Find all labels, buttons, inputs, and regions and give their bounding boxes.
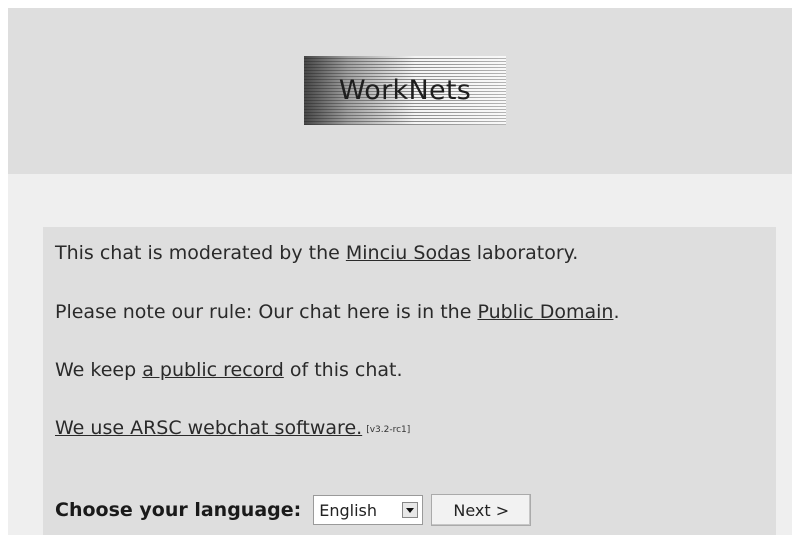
version-label: [v3.2-rc1] <box>366 425 411 435</box>
chevron-down-icon[interactable] <box>402 502 419 518</box>
language-label: Choose your language: <box>55 499 302 521</box>
record-prefix: We keep <box>55 359 143 381</box>
language-selected-value: English <box>319 500 378 520</box>
record-suffix: of this chat. <box>283 359 403 381</box>
language-row: Choose your language: English Next > <box>55 493 532 527</box>
rule-suffix: . <box>613 301 620 323</box>
logo-text: WorkNets <box>338 75 472 106</box>
arsc-webchat-link[interactable]: We use ARSC webchat software. <box>55 417 362 439</box>
info-panel: This chat is moderated by the Minciu Sod… <box>43 227 776 535</box>
public-domain-link[interactable]: Public Domain <box>477 301 613 323</box>
moderation-line: This chat is moderated by the Minciu Sod… <box>55 241 578 265</box>
rule-prefix: Please note our rule: Our chat here is i… <box>55 301 478 323</box>
record-line: We keep a public record of this chat. <box>55 358 403 382</box>
software-line: We use ARSC webchat software. [v3.2-rc1] <box>55 416 410 442</box>
language-select[interactable]: English <box>313 495 424 525</box>
page-frame: WorkNets This chat is moderated by the M… <box>8 8 792 535</box>
rule-line: Please note our rule: Our chat here is i… <box>55 300 620 324</box>
moderation-suffix: laboratory. <box>470 242 579 264</box>
minciu-sodas-link[interactable]: Minciu Sodas <box>346 242 471 264</box>
next-button[interactable]: Next > <box>431 494 532 526</box>
public-record-link[interactable]: a public record <box>142 359 284 381</box>
worknets-logo: WorkNets <box>304 56 506 125</box>
header: WorkNets <box>8 8 792 174</box>
moderation-prefix: This chat is moderated by the <box>55 242 346 264</box>
